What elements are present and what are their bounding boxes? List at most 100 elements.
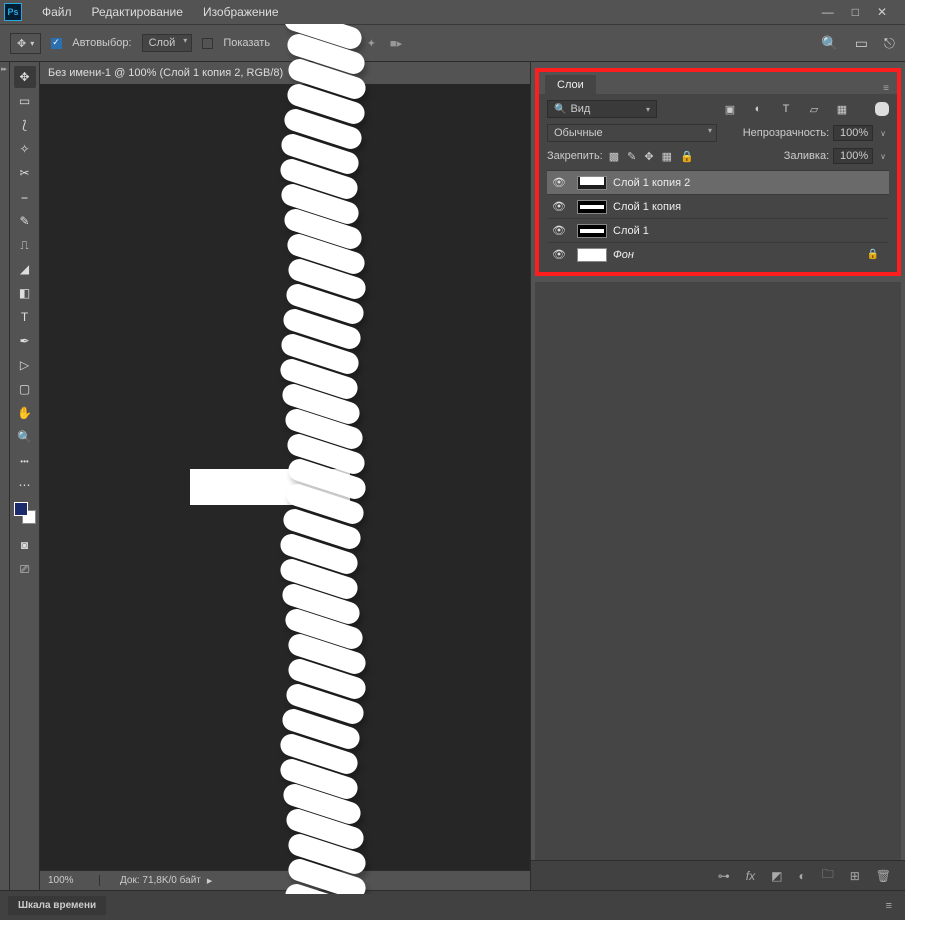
layer-name[interactable]: Фон bbox=[613, 249, 634, 261]
stamp-tool[interactable]: ⎍ bbox=[14, 234, 36, 256]
visibility-icon[interactable]: 👁 bbox=[547, 248, 571, 261]
showtransform-label: Показать bbox=[223, 37, 270, 49]
tool-preset[interactable]: ✥▾ bbox=[10, 33, 41, 54]
blend-mode[interactable]: Обычные bbox=[547, 124, 717, 142]
zoom-level[interactable]: 100% bbox=[40, 875, 100, 886]
align-icon[interactable]: ≡ bbox=[290, 37, 296, 50]
layers-panel-footer: ⊶ fx ◩ ◐ 🗀 ⊞ 🗑 bbox=[531, 860, 905, 890]
window-minimize[interactable]: — bbox=[822, 5, 834, 19]
layer-fx-icon[interactable]: fx bbox=[746, 869, 755, 883]
status-bar: 100% Док: 71,8K/0 байт ▶ bbox=[40, 870, 530, 890]
crop-tool[interactable]: ✂ bbox=[14, 162, 36, 184]
visibility-icon[interactable]: 👁 bbox=[547, 224, 571, 237]
transform-icon[interactable]: ⌗ bbox=[347, 37, 353, 50]
warp-icon[interactable]: ✦ bbox=[367, 37, 376, 50]
menu-file[interactable]: Файл bbox=[32, 0, 82, 24]
hand-tool[interactable]: ✋ bbox=[14, 402, 36, 424]
doc-info[interactable]: Док: 71,8K/0 байт bbox=[100, 875, 201, 886]
filter-toggle[interactable] bbox=[875, 102, 889, 116]
more-tools[interactable]: ••• bbox=[14, 450, 36, 472]
layer-group-icon[interactable]: 🗀 bbox=[822, 865, 834, 886]
layer-row[interactable]: 👁 Слой 1 bbox=[547, 218, 889, 242]
layer-name[interactable]: Слой 1 копия bbox=[613, 201, 681, 213]
layer-thumb[interactable] bbox=[577, 248, 607, 262]
lock-pixels-icon[interactable]: ✎ bbox=[627, 150, 636, 163]
shape-tool[interactable]: ▢ bbox=[14, 378, 36, 400]
opacity-drop[interactable]: ∨ bbox=[877, 129, 889, 138]
fill-value[interactable]: 100% bbox=[833, 148, 873, 164]
timeline-tab[interactable]: Шкала времени bbox=[8, 896, 106, 915]
autoselect-checkbox[interactable] bbox=[51, 38, 62, 49]
menu-edit[interactable]: Редактирование bbox=[82, 0, 193, 24]
brush-tool[interactable]: ✎ bbox=[14, 210, 36, 232]
menu-image[interactable]: Изображение bbox=[193, 0, 289, 24]
filter-type-icon[interactable]: T bbox=[779, 102, 793, 116]
filter-smart-icon[interactable]: ▦ bbox=[835, 102, 849, 116]
pen-tool[interactable]: ✒ bbox=[14, 330, 36, 352]
showtransform-checkbox[interactable] bbox=[202, 38, 213, 49]
type-tool[interactable]: T bbox=[14, 306, 36, 328]
lock-label: Закрепить: bbox=[547, 150, 603, 162]
visibility-icon[interactable]: 👁 bbox=[547, 200, 571, 213]
filter-shape-icon[interactable]: ▱ bbox=[807, 102, 821, 116]
filter-pixel-icon[interactable]: ▣ bbox=[723, 102, 737, 116]
window-close[interactable]: ✕ bbox=[877, 5, 887, 19]
layer-thumb[interactable] bbox=[577, 200, 607, 214]
layers-tab[interactable]: Слои bbox=[545, 75, 596, 94]
screenmode-tool[interactable]: ⎚ bbox=[14, 558, 36, 580]
fg-color[interactable] bbox=[14, 502, 28, 516]
layer-thumb[interactable] bbox=[577, 176, 607, 190]
fill-label: Заливка: bbox=[784, 150, 829, 162]
document-tab[interactable]: Без имени-1 @ 100% (Слой 1 копия 2, RGB/… bbox=[40, 62, 530, 84]
record-icon[interactable]: ■▸ bbox=[390, 37, 402, 50]
search-icon[interactable]: 🔍 bbox=[821, 35, 838, 52]
layer-name[interactable]: Слой 1 bbox=[613, 225, 649, 237]
layer-filter-kind[interactable]: 🔍 Вид bbox=[547, 100, 657, 118]
layer-mask-icon[interactable]: ◩ bbox=[771, 869, 782, 883]
canvas[interactable] bbox=[40, 84, 530, 870]
autoselect-dropdown[interactable]: Слой bbox=[142, 34, 193, 52]
adjustment-layer-icon[interactable]: ◐ bbox=[798, 869, 805, 883]
eraser-tool[interactable]: ◢ bbox=[14, 258, 36, 280]
workspace-icon[interactable]: ▭ bbox=[855, 35, 868, 52]
layer-row[interactable]: 👁 Слой 1 копия bbox=[547, 194, 889, 218]
collapsed-panel-strip[interactable] bbox=[0, 62, 10, 890]
color-swatches[interactable] bbox=[14, 502, 36, 524]
lasso-tool[interactable]: ⟅ bbox=[14, 114, 36, 136]
bottom-panel-bar: Шкала времени ≡ bbox=[0, 890, 905, 920]
move-tool[interactable]: ✥ bbox=[14, 66, 36, 88]
autoselect-label: Автовыбор: bbox=[72, 37, 131, 49]
distribute-icon[interactable]: ⋮⋮ bbox=[311, 37, 333, 50]
gradient-tool[interactable]: ◧ bbox=[14, 282, 36, 304]
magic-wand-tool[interactable]: ✧ bbox=[14, 138, 36, 160]
opacity-value[interactable]: 100% bbox=[833, 125, 873, 141]
eyedropper-tool[interactable]: ⎯ bbox=[14, 186, 36, 208]
layer-row[interactable]: 👁 Фон 🔒 bbox=[547, 242, 889, 266]
layers-panel-highlight: Слои ≡ 🔍 Вид ▣ ◐ T bbox=[535, 68, 901, 276]
zoom-tool[interactable]: 🔍 bbox=[14, 426, 36, 448]
panel-menu-icon[interactable]: ≡ bbox=[883, 83, 889, 94]
new-layer-icon[interactable]: ⊞ bbox=[850, 869, 860, 883]
filter-adjust-icon[interactable]: ◐ bbox=[751, 102, 765, 116]
fill-drop[interactable]: ∨ bbox=[877, 152, 889, 161]
marquee-tool[interactable]: ▭ bbox=[14, 90, 36, 112]
lock-artboard-icon[interactable]: ▦ bbox=[662, 150, 672, 163]
layer-row[interactable]: 👁 Слой 1 копия 2 bbox=[547, 170, 889, 194]
quickmask-tool[interactable]: ◙ bbox=[14, 534, 36, 556]
timeline-menu-icon[interactable]: ≡ bbox=[886, 900, 893, 912]
link-layers-icon[interactable]: ⊶ bbox=[718, 869, 730, 883]
share-icon[interactable]: ⎋ bbox=[884, 35, 895, 52]
layer-thumb[interactable] bbox=[577, 224, 607, 238]
lock-position-icon[interactable]: ✥ bbox=[644, 150, 653, 163]
lock-all-icon[interactable]: 🔒 bbox=[680, 150, 694, 163]
edit-toolbar[interactable]: ⋯ bbox=[14, 474, 36, 496]
lock-transparency-icon[interactable]: ▩ bbox=[609, 150, 619, 163]
visibility-icon[interactable]: 👁 bbox=[547, 176, 571, 189]
opacity-label: Непрозрачность: bbox=[743, 127, 829, 139]
delete-layer-icon[interactable]: 🗑 bbox=[876, 869, 891, 883]
lock-icon: 🔒 bbox=[867, 249, 879, 260]
path-select-tool[interactable]: ▷ bbox=[14, 354, 36, 376]
window-maximize[interactable]: □ bbox=[852, 5, 859, 19]
layer-name[interactable]: Слой 1 копия 2 bbox=[613, 177, 690, 189]
doc-info-menu[interactable]: ▶ bbox=[207, 877, 212, 885]
